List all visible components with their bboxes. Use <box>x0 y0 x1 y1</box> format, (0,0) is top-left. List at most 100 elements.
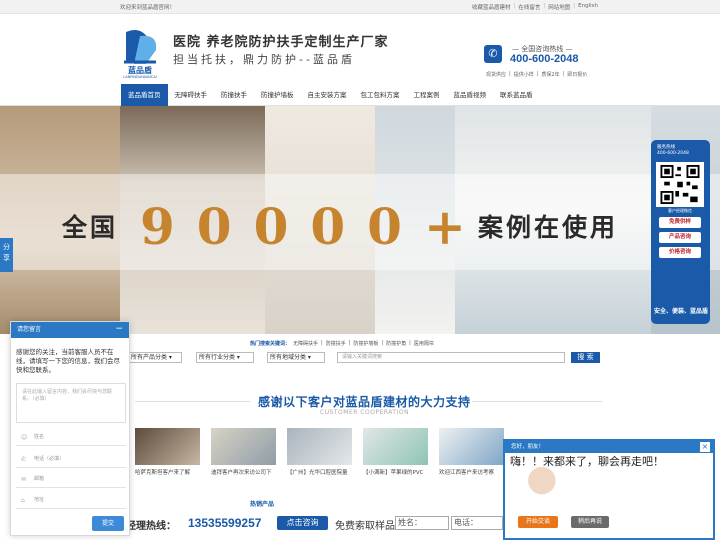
free-sample-label: 免费索取样品 <box>335 521 395 532</box>
hot-keyword[interactable]: 防撞护角 <box>386 340 406 347</box>
case-card[interactable]: 哈萨克斯坦客户来了解 <box>135 428 200 476</box>
slogan-sub: 担当托扶，鼎力防护--蓝品盾 <box>173 53 355 66</box>
site-header: 蓝品盾 LANPINDUNJIANCAI 医院 养老院防护扶手定制生产厂家 担当… <box>0 14 720 84</box>
nav-item-self-install[interactable]: 自主安装方案 <box>301 84 354 106</box>
hot-keyword[interactable]: 无障碍扶手 <box>293 340 318 347</box>
case-photo <box>287 428 352 465</box>
welcome-text: 欢迎来到蓝品盾官网！ <box>120 5 176 11</box>
case-card[interactable]: 【小满新】苹果绿的PVC <box>363 428 428 476</box>
hot-keywords: 热门搜索关键词： 无障碍扶手 | 防撞扶手 | 防撞护墙板 | 防撞护角 | 医用隔帘 <box>250 340 434 347</box>
sitemap-link[interactable]: 网站地图 <box>548 3 570 11</box>
minimize-icon[interactable]: − <box>115 322 123 337</box>
start-chat-button[interactable]: 开始交谈 <box>518 516 558 528</box>
case-caption: 迪拜客户再次来访公司下 <box>211 470 272 476</box>
qr-icon <box>660 165 700 204</box>
case-thumbnails: 哈萨克斯坦客户来了解 迪拜客户再次来访公司下 【广州】光华口腔医院量 【小满新】… <box>135 428 504 476</box>
phone-input[interactable]: ✆ 电话（必填） <box>16 451 126 468</box>
address-input[interactable]: ⌂ 地址 <box>16 492 126 509</box>
case-photo <box>363 428 428 465</box>
chat-message: 嗨！！来都来了，聊会再走吧！ <box>510 455 664 468</box>
hot-keywords-label: 热门搜索关键词： <box>250 341 291 347</box>
case-card[interactable]: 欢迎江西客户来访考察 <box>439 428 504 476</box>
hot-keyword[interactable]: 防撞护墙板 <box>353 340 378 347</box>
case-caption: 哈萨克斯坦客户来了解 <box>135 470 191 476</box>
quick-links: 现货供应 | 提供小样 | 质保2年 | 即日报价 <box>486 71 588 78</box>
hot-keyword[interactable]: 医用隔帘 <box>414 340 434 347</box>
case-caption: 欢迎江西客户来访考察 <box>439 470 495 476</box>
separator: | <box>543 3 546 9</box>
chat-title: 您好，朋友！ <box>505 441 713 453</box>
quick-link[interactable]: 现货供应 <box>486 71 506 78</box>
share-tab[interactable]: 分享 <box>0 238 13 272</box>
manager-hotline-number: 13535599257 <box>188 516 262 530</box>
banner-case-count: 90000+ <box>140 197 488 256</box>
case-photo <box>135 428 200 465</box>
banner-suffix: 案例在使用 <box>478 213 619 242</box>
product-category-select[interactable]: 所有产品分类 ▾ <box>128 352 182 363</box>
quick-link[interactable]: 即日报价 <box>567 71 587 78</box>
message-textarea[interactable]: 请在此输入留言内容，我们会尽快与您联系。（必填） <box>16 383 126 423</box>
case-photo <box>211 428 276 465</box>
case-card[interactable]: 迪拜客户再次来访公司下 <box>211 428 276 476</box>
products-label: 热销产品 <box>250 501 275 508</box>
separator: | <box>513 3 516 9</box>
nav-item-turnkey[interactable]: 包工包料方案 <box>354 84 407 106</box>
case-caption: 【小满新】苹果绿的PVC <box>363 470 424 476</box>
nav-item-accessible-handrail[interactable]: 无障碍扶手 <box>168 84 215 106</box>
phone-icon: ✆ <box>484 45 502 63</box>
quick-link[interactable]: 质保2年 <box>541 71 559 78</box>
divider <box>135 401 250 402</box>
cooperation-title: 感谢以下客户对蓝品盾建材的大力支持 <box>258 395 471 409</box>
submit-button[interactable]: 提交 <box>92 516 124 531</box>
nav-item-videos[interactable]: 蓝品盾视频 <box>447 84 494 106</box>
divider <box>472 401 602 402</box>
message-panel: 请您留言 − 感谢您的关注，当前客服人员不在线，请填写一下您的信息，我们会尽快和… <box>10 321 130 536</box>
bookmark-link[interactable]: 收藏蓝品盾建材 <box>472 3 511 11</box>
region-category-select[interactable]: 所有地域分类 ▾ <box>267 352 325 363</box>
case-card[interactable]: 【广州】光华口腔医院量 <box>287 428 352 476</box>
industry-category-select[interactable]: 所有行业分类 ▾ <box>196 352 254 363</box>
top-bar: 欢迎来到蓝品盾官网！ 收藏蓝品盾建材 | 在线留言 | 网站地图 | English <box>0 0 720 14</box>
case-photo <box>439 428 504 465</box>
nav-item-wall-guard[interactable]: 防撞护墙板 <box>254 84 301 106</box>
message-link[interactable]: 在线留言 <box>518 3 540 11</box>
hot-keyword[interactable]: 防撞扶手 <box>326 340 346 347</box>
user-icon: ☺ <box>21 434 28 441</box>
cooperation-subtitle: CUSTOMER COOPERATION <box>320 409 410 416</box>
search-button[interactable]: 搜 索 <box>571 352 600 363</box>
top-links: 收藏蓝品盾建材 | 在线留言 | 网站地图 | English <box>472 3 598 11</box>
nav-item-cases[interactable]: 工程案例 <box>407 84 447 106</box>
message-panel-title: 请您留言 <box>11 322 129 338</box>
phone-icon: ✆ <box>21 456 27 463</box>
quick-link[interactable]: 提供小样 <box>514 71 534 78</box>
search-input[interactable]: 请输入关键词搜索 <box>337 352 565 363</box>
qr-caption: 客户经理微信 <box>668 208 692 213</box>
email-input[interactable]: ✉ 邮箱 <box>16 471 126 488</box>
nav-item-anticollision-handrail[interactable]: 防撞扶手 <box>214 84 254 106</box>
wechat-qr-code <box>656 162 704 207</box>
case-caption: 【广州】光华口腔医院量 <box>287 470 348 476</box>
main-nav: 蓝品盾首页 无障碍扶手 防撞扶手 防撞护墙板 自主安装方案 包工包料方案 工程案… <box>0 84 720 106</box>
location-icon: ⌂ <box>21 497 25 504</box>
message-intro: 感谢您的关注，当前客服人员不在线，请填写一下您的信息，我们会尽快和您联系。 <box>16 348 120 374</box>
phone-field[interactable]: 电话： <box>451 516 503 530</box>
banner-prefix: 全国 <box>62 213 119 242</box>
name-field[interactable]: 姓名： <box>395 516 449 530</box>
chat-popup: 您好，朋友！ × 嗨！！来都来了，聊会再走吧！ 开始交谈 稍后再说 <box>503 439 715 540</box>
logo-pinyin: LANPINDUNJIANCAI <box>123 75 157 79</box>
nav-item-home[interactable]: 蓝品盾首页 <box>121 84 168 106</box>
english-link[interactable]: English <box>578 3 598 11</box>
close-icon[interactable]: × <box>700 442 710 452</box>
hotline-number: 400-600-2048 <box>510 53 579 65</box>
free-sample-button[interactable]: 免费供样 <box>659 217 701 228</box>
service-slogan: 安全、便装、蓝品盾 <box>653 308 708 315</box>
price-consult-button[interactable]: 价格咨询 <box>659 247 701 258</box>
later-button[interactable]: 稍后再说 <box>571 516 609 528</box>
separator: | <box>573 3 576 9</box>
slogan-main: 医院 养老院防护扶手定制生产厂家 <box>173 35 389 50</box>
nav-item-contact[interactable]: 联系蓝品盾 <box>493 84 540 106</box>
mail-icon: ✉ <box>21 476 27 483</box>
name-input[interactable]: ☺ 姓名 <box>16 429 126 446</box>
product-consult-button[interactable]: 产品咨询 <box>659 232 701 243</box>
consult-button[interactable]: 点击咨询 <box>277 516 328 530</box>
